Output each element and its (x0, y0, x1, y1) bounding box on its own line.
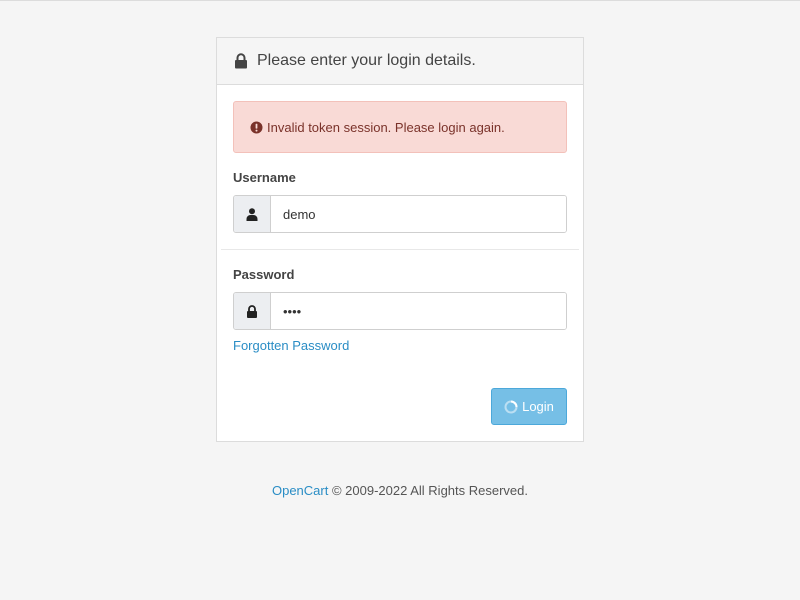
login-panel: Please enter your login details. Invalid… (216, 37, 584, 442)
lock-icon (246, 304, 258, 318)
password-addon (234, 293, 271, 329)
top-border (0, 0, 800, 1)
error-alert: Invalid token session. Please login agai… (233, 101, 567, 153)
spinner-icon (504, 400, 518, 414)
alert-text: Invalid token session. Please login agai… (267, 119, 505, 135)
panel-heading: Please enter your login details. (217, 38, 583, 85)
password-input-group (233, 292, 567, 330)
username-label: Username (233, 170, 296, 185)
copyright-text: © 2009-2022 All Rights Reserved. (331, 483, 529, 498)
password-input[interactable] (271, 293, 566, 329)
forgotten-password-link[interactable]: Forgotten Password (233, 338, 349, 353)
footer: OpenCart © 2009-2022 All Rights Reserved… (0, 483, 800, 498)
lock-icon (234, 53, 248, 69)
opencart-link[interactable]: OpenCart (272, 483, 328, 498)
panel-title: Please enter your login details. (257, 52, 476, 69)
password-label: Password (233, 267, 295, 282)
user-icon (246, 207, 258, 221)
username-input[interactable] (271, 196, 566, 232)
login-button-label: Login (522, 399, 554, 414)
login-button[interactable]: Login (491, 388, 567, 425)
form-divider (221, 249, 579, 250)
username-input-group (233, 195, 567, 233)
exclamation-circle-icon (250, 121, 263, 134)
username-addon (234, 196, 271, 232)
